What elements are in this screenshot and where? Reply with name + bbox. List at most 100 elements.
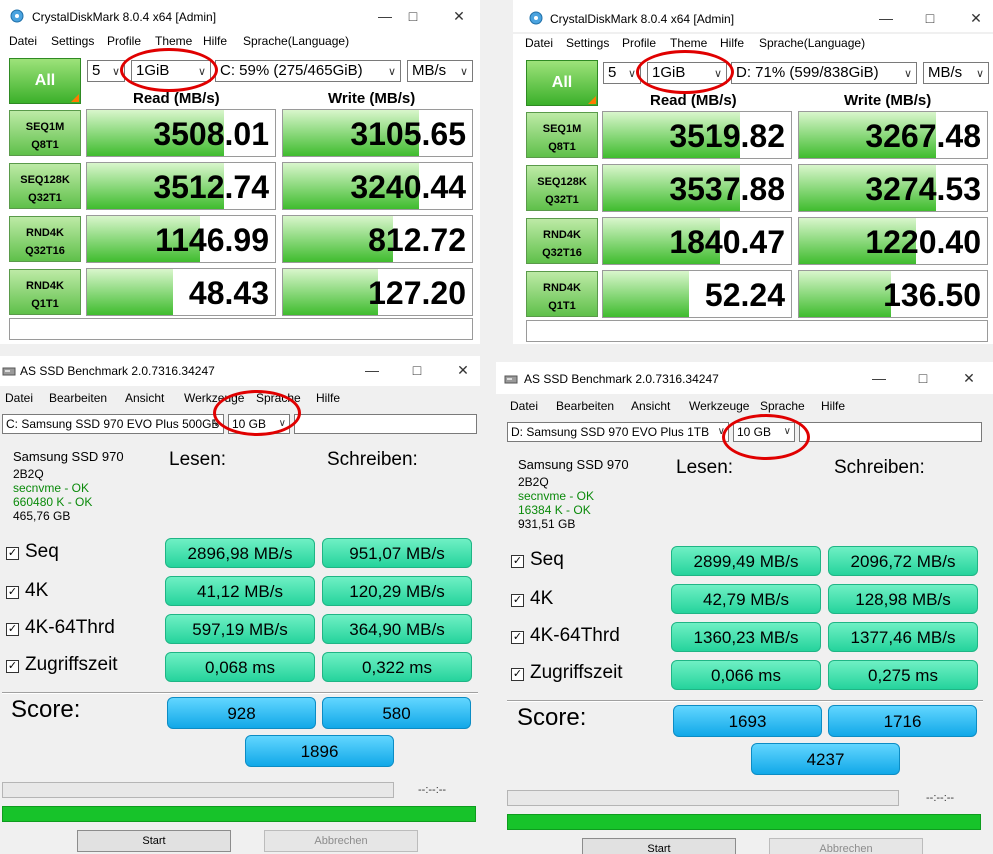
read-value: 3512.74 bbox=[153, 169, 269, 205]
progress-bar-current bbox=[507, 790, 899, 806]
write-header: Write (MB/s) bbox=[844, 92, 932, 109]
read-result: 1360,23 MB/s bbox=[671, 622, 821, 652]
checkbox-checked-icon[interactable]: ✓ bbox=[6, 623, 19, 636]
test-button-seq1m[interactable]: SEQ1M Q8T1 bbox=[526, 112, 598, 158]
test-button-rnd4k-q32t16[interactable]: RND4K Q32T16 bbox=[9, 216, 81, 262]
maximize-icon[interactable]: □ bbox=[398, 6, 428, 26]
test-button-rnd4k-q1t1[interactable]: RND4K Q1T1 bbox=[526, 271, 598, 317]
abort-button[interactable]: Abbrechen bbox=[264, 830, 418, 852]
maximize-icon[interactable]: □ bbox=[402, 360, 432, 380]
read-header: Lesen: bbox=[676, 457, 734, 478]
divider bbox=[2, 692, 478, 694]
test-button-rnd4k-q32t16[interactable]: RND4K Q32T16 bbox=[526, 218, 598, 264]
test-button-seq1m[interactable]: SEQ1M Q8T1 bbox=[9, 110, 81, 156]
test-name: SEQ128K bbox=[20, 174, 70, 186]
menu-ansicht[interactable]: Ansicht bbox=[125, 391, 164, 405]
checkbox-checked-icon[interactable]: ✓ bbox=[511, 631, 524, 644]
menu-hilfe[interactable]: Hilfe bbox=[720, 36, 744, 50]
test-queue: Q8T1 bbox=[548, 141, 576, 153]
checkbox-checked-icon[interactable]: ✓ bbox=[6, 586, 19, 599]
menu-profile[interactable]: Profile bbox=[107, 34, 141, 48]
drive-select[interactable]: C: Samsung SSD 970 EVO Plus 500GB ∨ bbox=[2, 414, 224, 434]
drive-select[interactable]: D: Samsung SSD 970 EVO Plus 1TB ∨ bbox=[507, 422, 729, 442]
read-result: 2899,49 MB/s bbox=[671, 546, 821, 576]
menu-language[interactable]: Sprache(Language) bbox=[243, 34, 349, 48]
menu-datei[interactable]: Datei bbox=[9, 34, 37, 48]
comment-field[interactable] bbox=[526, 320, 988, 342]
unit-select[interactable]: MB/s ∨ bbox=[407, 60, 473, 82]
chevron-down-icon: ∨ bbox=[387, 66, 396, 78]
drive-select[interactable]: C: 59% (275/465GiB) ∨ bbox=[215, 60, 401, 82]
extra-field[interactable] bbox=[799, 422, 982, 442]
menu-theme[interactable]: Theme bbox=[155, 34, 192, 48]
row-seq[interactable]: ✓ Seq bbox=[6, 541, 59, 563]
minimize-icon[interactable]: — bbox=[357, 360, 387, 380]
checkbox-checked-icon[interactable]: ✓ bbox=[6, 547, 19, 560]
write-result: 120,29 MB/s bbox=[322, 576, 472, 606]
all-button[interactable]: All bbox=[526, 60, 598, 106]
drive-value: C: 59% (275/465GiB) bbox=[220, 62, 363, 79]
drive-select[interactable]: D: 71% (599/838GiB) ∨ bbox=[731, 62, 917, 84]
menu-ansicht[interactable]: Ansicht bbox=[631, 399, 670, 413]
menu-settings[interactable]: Settings bbox=[566, 36, 609, 50]
checkbox-checked-icon[interactable]: ✓ bbox=[511, 668, 524, 681]
annotation-circle bbox=[722, 414, 810, 460]
row-access-time[interactable]: ✓ Zugriffszeit bbox=[6, 654, 118, 676]
abort-button[interactable]: Abbrechen bbox=[769, 838, 923, 854]
menu-hilfe[interactable]: Hilfe bbox=[203, 34, 227, 48]
comment-field[interactable] bbox=[9, 318, 473, 340]
row-4k-64thrd[interactable]: ✓ 4K-64Thrd bbox=[511, 625, 620, 647]
menu-sprache[interactable]: Sprache bbox=[760, 399, 805, 413]
test-button-seq128k[interactable]: SEQ128K Q32T1 bbox=[9, 163, 81, 209]
score-write: 580 bbox=[322, 697, 471, 729]
checkbox-checked-icon[interactable]: ✓ bbox=[6, 660, 19, 673]
start-button[interactable]: Start bbox=[77, 830, 231, 852]
checkbox-checked-icon[interactable]: ✓ bbox=[511, 555, 524, 568]
menu-hilfe[interactable]: Hilfe bbox=[316, 391, 340, 405]
menu-hilfe[interactable]: Hilfe bbox=[821, 399, 845, 413]
cdm-window-left: CrystalDiskMark 8.0.4 x64 [Admin] — □ ✕ … bbox=[0, 0, 480, 344]
row-4k[interactable]: ✓ 4K bbox=[6, 580, 48, 602]
read-result: 1840.47 bbox=[602, 217, 792, 265]
menu-language[interactable]: Sprache(Language) bbox=[759, 36, 865, 50]
minimize-icon[interactable]: — bbox=[864, 368, 894, 388]
menu-bar: Datei Settings Profile Theme Hilfe Sprac… bbox=[0, 32, 480, 52]
menu-werkzeuge[interactable]: Werkzeuge bbox=[689, 399, 749, 413]
menu-datei[interactable]: Datei bbox=[5, 391, 33, 405]
maximize-icon[interactable]: □ bbox=[915, 8, 945, 28]
minimize-icon[interactable]: — bbox=[370, 6, 400, 26]
window-title: AS SSD Benchmark 2.0.7316.34247 bbox=[524, 372, 719, 386]
read-value: 52.24 bbox=[704, 277, 785, 313]
close-icon[interactable]: ✕ bbox=[448, 360, 478, 380]
row-4k-64thrd[interactable]: ✓ 4K-64Thrd bbox=[6, 617, 115, 639]
checkbox-checked-icon[interactable]: ✓ bbox=[511, 594, 524, 607]
menu-bearbeiten[interactable]: Bearbeiten bbox=[49, 391, 107, 405]
maximize-icon[interactable]: □ bbox=[908, 368, 938, 388]
row-4k[interactable]: ✓ 4K bbox=[511, 588, 553, 610]
menu-profile[interactable]: Profile bbox=[622, 36, 656, 50]
test-button-rnd4k-q1t1[interactable]: RND4K Q1T1 bbox=[9, 269, 81, 315]
menu-datei[interactable]: Datei bbox=[510, 399, 538, 413]
write-value: 127.20 bbox=[368, 275, 466, 311]
menu-theme[interactable]: Theme bbox=[670, 36, 707, 50]
chevron-down-icon: ∨ bbox=[903, 68, 912, 80]
menu-datei[interactable]: Datei bbox=[525, 36, 553, 50]
extra-field[interactable] bbox=[294, 414, 477, 434]
start-button[interactable]: Start bbox=[582, 838, 736, 854]
unit-select[interactable]: MB/s ∨ bbox=[923, 62, 989, 84]
close-icon[interactable]: ✕ bbox=[954, 368, 984, 388]
drive-icon bbox=[504, 375, 518, 384]
row-seq[interactable]: ✓ Seq bbox=[511, 549, 564, 571]
read-header: Read (MB/s) bbox=[650, 92, 737, 109]
minimize-icon[interactable]: — bbox=[871, 8, 901, 28]
menu-settings[interactable]: Settings bbox=[51, 34, 94, 48]
close-icon[interactable]: ✕ bbox=[444, 6, 474, 26]
row-access-time[interactable]: ✓ Zugriffszeit bbox=[511, 662, 623, 684]
row-label: 4K bbox=[25, 580, 49, 601]
close-icon[interactable]: ✕ bbox=[961, 8, 991, 28]
read-result: 3519.82 bbox=[602, 111, 792, 159]
test-button-seq128k[interactable]: SEQ128K Q32T1 bbox=[526, 165, 598, 211]
menu-bearbeiten[interactable]: Bearbeiten bbox=[556, 399, 614, 413]
all-button[interactable]: All bbox=[9, 58, 81, 104]
write-value: 3267.48 bbox=[865, 118, 981, 154]
